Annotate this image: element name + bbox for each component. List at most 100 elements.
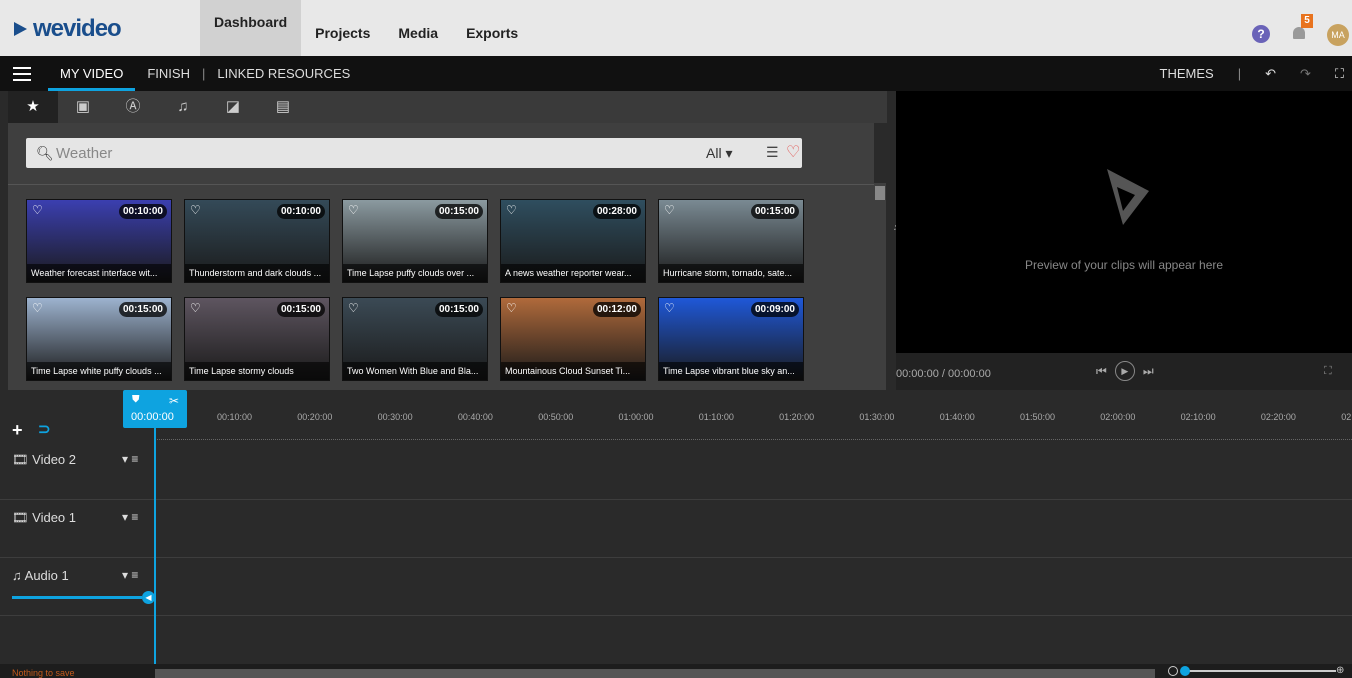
favorite-heart-icon[interactable]: ♡ (348, 203, 359, 217)
my-media-icon[interactable]: ▣ (58, 91, 108, 123)
tab-linked-resources[interactable]: LINKED RESOURCES (205, 56, 362, 91)
favorite-heart-icon[interactable]: ♡ (506, 301, 517, 315)
clip-title: Time Lapse puffy clouds over ... (343, 264, 487, 282)
zoom-out-icon[interactable] (1168, 666, 1178, 676)
nav-projects[interactable]: Projects (301, 11, 384, 56)
help-icon[interactable]: ? (1252, 25, 1270, 43)
favorite-heart-icon[interactable]: ♡ (664, 301, 675, 315)
preview-fullscreen-icon[interactable]: ⛶ (1324, 365, 1332, 378)
ruler-tick-label: 00:30:00 (377, 412, 413, 422)
timeline-ruler[interactable]: 00:10:00 00:20:00 00:30:00 00:40:00 00:50:00… (155, 390, 1352, 442)
playback-buttons: ⏮ ▶ ⏭ (1096, 361, 1154, 381)
zoom-knob[interactable] (1180, 666, 1190, 676)
notification-badge: 5 (1301, 14, 1313, 28)
toolbar-right: THEMES | ↶ ↷ ⛶ (1148, 56, 1352, 91)
ruler-tick-label: 01:40:00 (939, 412, 975, 422)
filter-settings-icon[interactable]: ☰ (766, 144, 779, 161)
media-scrollbar[interactable] (874, 183, 886, 390)
media-thumbnail[interactable]: ♡ 00:15:00 Time Lapse stormy clouds (184, 297, 330, 381)
media-thumbnail[interactable]: ♡ 00:15:00 Time Lapse puffy clouds over ..… (342, 199, 488, 283)
user-avatar[interactable]: MA (1327, 24, 1349, 46)
redo-icon[interactable]: ↷ (1288, 66, 1323, 82)
scroll-thumb[interactable] (875, 186, 885, 200)
playhead-marker[interactable]: ⛊ ✂ 00:00:00 (123, 390, 187, 428)
undo-icon[interactable]: ↶ (1253, 66, 1288, 82)
marker-pin-icon[interactable]: ⛊ (132, 394, 140, 405)
clip-duration: 00:10:00 (118, 204, 167, 219)
notifications-bell-icon[interactable]: 5 (1291, 14, 1313, 42)
zoom-track[interactable] (1188, 670, 1336, 672)
track-label: 🎞︎ Video 2 (12, 452, 76, 468)
track-menu[interactable]: ▾ ≡ (122, 510, 138, 524)
transitions-icon[interactable]: ◪ (208, 91, 258, 123)
media-thumbnail[interactable]: ♡ 00:10:00 Weather forecast interface wit.… (26, 199, 172, 283)
media-thumbnail[interactable]: ♡ 00:09:00 Time Lapse vibrant blue sky an.… (658, 297, 804, 381)
separator: | (1237, 66, 1242, 81)
media-thumbnail[interactable]: ♡ 00:10:00 Thunderstorm and dark clouds ..… (184, 199, 330, 283)
fullscreen-icon[interactable]: ⛶ (1323, 66, 1352, 82)
ruler-tick-label: 01:50:00 (1020, 412, 1056, 422)
top-navigation-bar: wevideo Dashboard Projects Media Exports… (0, 0, 1352, 56)
wevideo-logo[interactable]: wevideo (14, 14, 122, 44)
ruler-tick-label: 01:10:00 (698, 412, 734, 422)
skip-forward-icon[interactable]: ⏭ (1143, 364, 1154, 379)
panel-splitter[interactable]: ⋮ (887, 91, 900, 390)
favorite-heart-icon[interactable]: ♡ (664, 203, 675, 217)
scissors-icon[interactable]: ✂ (169, 394, 179, 408)
nav-dashboard[interactable]: Dashboard (200, 0, 302, 56)
ruler-tick-label: 00:50:00 (538, 412, 574, 422)
favorite-heart-icon[interactable]: ♡ (190, 301, 201, 315)
media-thumbnail[interactable]: ♡ 00:28:00 A news weather reporter wear... (500, 199, 646, 283)
track-menu[interactable]: ▾ ≡ (122, 452, 138, 466)
themes-button[interactable]: THEMES (1148, 66, 1226, 81)
images-icon[interactable]: ▤ (258, 91, 308, 123)
nav-media[interactable]: Media (384, 11, 452, 56)
clip-duration: 00:15:00 (434, 302, 483, 317)
media-thumbnail[interactable]: ♡ 00:15:00 Two Women With Blue and Bla... (342, 297, 488, 381)
media-thumbnail[interactable]: ♡ 00:12:00 Mountainous Cloud Sunset Ti... (500, 297, 646, 381)
playhead-line[interactable] (154, 428, 156, 664)
media-thumbnail[interactable]: ♡ 00:15:00 Time Lapse white puffy clouds .… (26, 297, 172, 381)
favorite-heart-icon[interactable]: ♡ (506, 203, 517, 217)
nav-exports[interactable]: Exports (452, 11, 532, 56)
hamburger-menu-icon[interactable] (13, 67, 31, 81)
favorite-heart-icon[interactable]: ♡ (348, 301, 359, 315)
track-video-1: 🎞︎ Video 1 ▾ ≡ (0, 500, 1352, 558)
skip-back-icon[interactable]: ⏮ (1096, 364, 1107, 379)
clip-duration: 00:15:00 (276, 302, 325, 317)
clip-title: Time Lapse stormy clouds (185, 362, 329, 380)
audio-volume-slider[interactable]: ◀︎ (12, 591, 155, 604)
search-input[interactable]: Weather (56, 145, 112, 162)
tab-finish[interactable]: FINISH (135, 56, 202, 91)
favorite-heart-icon[interactable]: ♡ (32, 203, 43, 217)
ruler-tick-label: 01:20:00 (779, 412, 815, 422)
add-track-icon[interactable]: + (12, 420, 23, 441)
clip-duration: 00:12:00 (592, 302, 641, 317)
music-icon[interactable]: ♫ (158, 91, 208, 123)
play-button[interactable]: ▶ (1114, 361, 1135, 381)
filter-dropdown[interactable]: All ▾ (706, 145, 732, 162)
favorite-heart-icon[interactable]: ♡ (190, 203, 201, 217)
clip-title: Time Lapse vibrant blue sky an... (659, 362, 803, 380)
timeline-horizontal-scrollbar[interactable] (155, 669, 1155, 678)
film-icon: 🎞︎ (12, 452, 29, 467)
clip-title: A news weather reporter wear... (501, 264, 645, 282)
main-nav: Dashboard Projects Media Exports (200, 0, 532, 56)
track-label: 🎞︎ Video 1 (12, 510, 76, 526)
magnet-snap-icon[interactable]: ⊃ (38, 420, 51, 438)
logo-play-icon (14, 22, 27, 36)
music-note-icon: ♫ (12, 568, 22, 583)
clip-title: Time Lapse white puffy clouds ... (27, 362, 171, 380)
tab-my-video[interactable]: MY VIDEO (48, 56, 136, 91)
zoom-in-icon[interactable]: ⊕ (1336, 665, 1344, 676)
favorites-heart-icon[interactable]: ♡ (786, 142, 800, 162)
ruler-tick-label: 00:20:00 (297, 412, 333, 422)
favorite-heart-icon[interactable]: ♡ (32, 301, 43, 315)
favorites-star-icon[interactable]: ★ (8, 91, 58, 123)
text-titles-icon[interactable]: Ⓐ (108, 91, 158, 123)
track-menu[interactable]: ▾ ≡ (122, 568, 138, 582)
preview-panel: Preview of your clips will appear here (896, 91, 1352, 353)
zoom-slider[interactable]: ⊕ (1168, 664, 1352, 678)
ruler-tick-label: 02:20:00 (1260, 412, 1296, 422)
media-thumbnail[interactable]: ♡ 00:15:00 Hurricane storm, tornado, sate.… (658, 199, 804, 283)
